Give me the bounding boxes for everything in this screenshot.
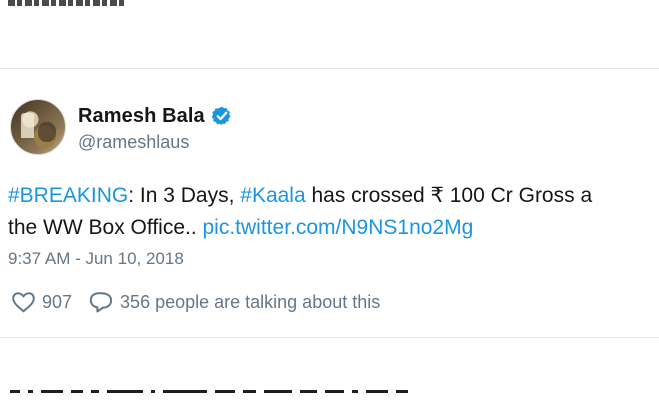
tweet-card[interactable]: Ramesh Bala @rameshlaus #BREAKING: In 3 … xyxy=(0,68,659,338)
heart-icon xyxy=(12,292,35,313)
tweet-author[interactable]: Ramesh Bala @rameshlaus xyxy=(78,102,378,154)
author-handle[interactable]: @rameshlaus xyxy=(78,132,378,153)
tweet-text-line-2: the WW Box Office.. pic.twitter.com/N9NS… xyxy=(8,212,659,244)
tweet-text-line-1: #BREAKING: In 3 Days, #Kaala has crossed… xyxy=(8,180,659,212)
conversation-count[interactable]: 356 people are talking about this xyxy=(120,292,380,313)
verified-icon xyxy=(211,106,231,126)
tweet-timestamp[interactable]: 9:37 AM - Jun 10, 2018 xyxy=(8,249,184,269)
breaking-hashtag-link[interactable]: #BREAKING xyxy=(8,184,128,207)
reply-action[interactable]: 356 people are talking about this xyxy=(87,290,380,314)
tweet-text: #BREAKING: In 3 Days, #Kaala has crossed… xyxy=(8,180,659,244)
pic-twitter-link[interactable]: pic.twitter.com/N9NS1no2Mg xyxy=(203,216,474,239)
next-text-fragment xyxy=(10,390,630,400)
reply-icon xyxy=(89,292,113,313)
display-name[interactable]: Ramesh Bala xyxy=(78,105,205,128)
tweet-text-box-office: the WW Box Office.. xyxy=(8,216,203,239)
kaala-hashtag-link[interactable]: #Kaala xyxy=(240,184,305,207)
twitter-embed-page: Ramesh Bala @rameshlaus #BREAKING: In 3 … xyxy=(0,0,659,400)
previous-text-fragment xyxy=(8,0,138,6)
like-action[interactable]: 907 xyxy=(10,290,87,314)
tweet-text-suffix: has crossed ₹ 100 Cr Gross a xyxy=(305,184,593,207)
tweet-actions: 907 356 people are talking about this xyxy=(10,290,380,314)
avatar[interactable] xyxy=(10,99,66,155)
author-name-row[interactable]: Ramesh Bala xyxy=(78,102,378,130)
tweet-text-middle: : In 3 Days, xyxy=(128,184,241,207)
like-count[interactable]: 907 xyxy=(42,292,72,313)
